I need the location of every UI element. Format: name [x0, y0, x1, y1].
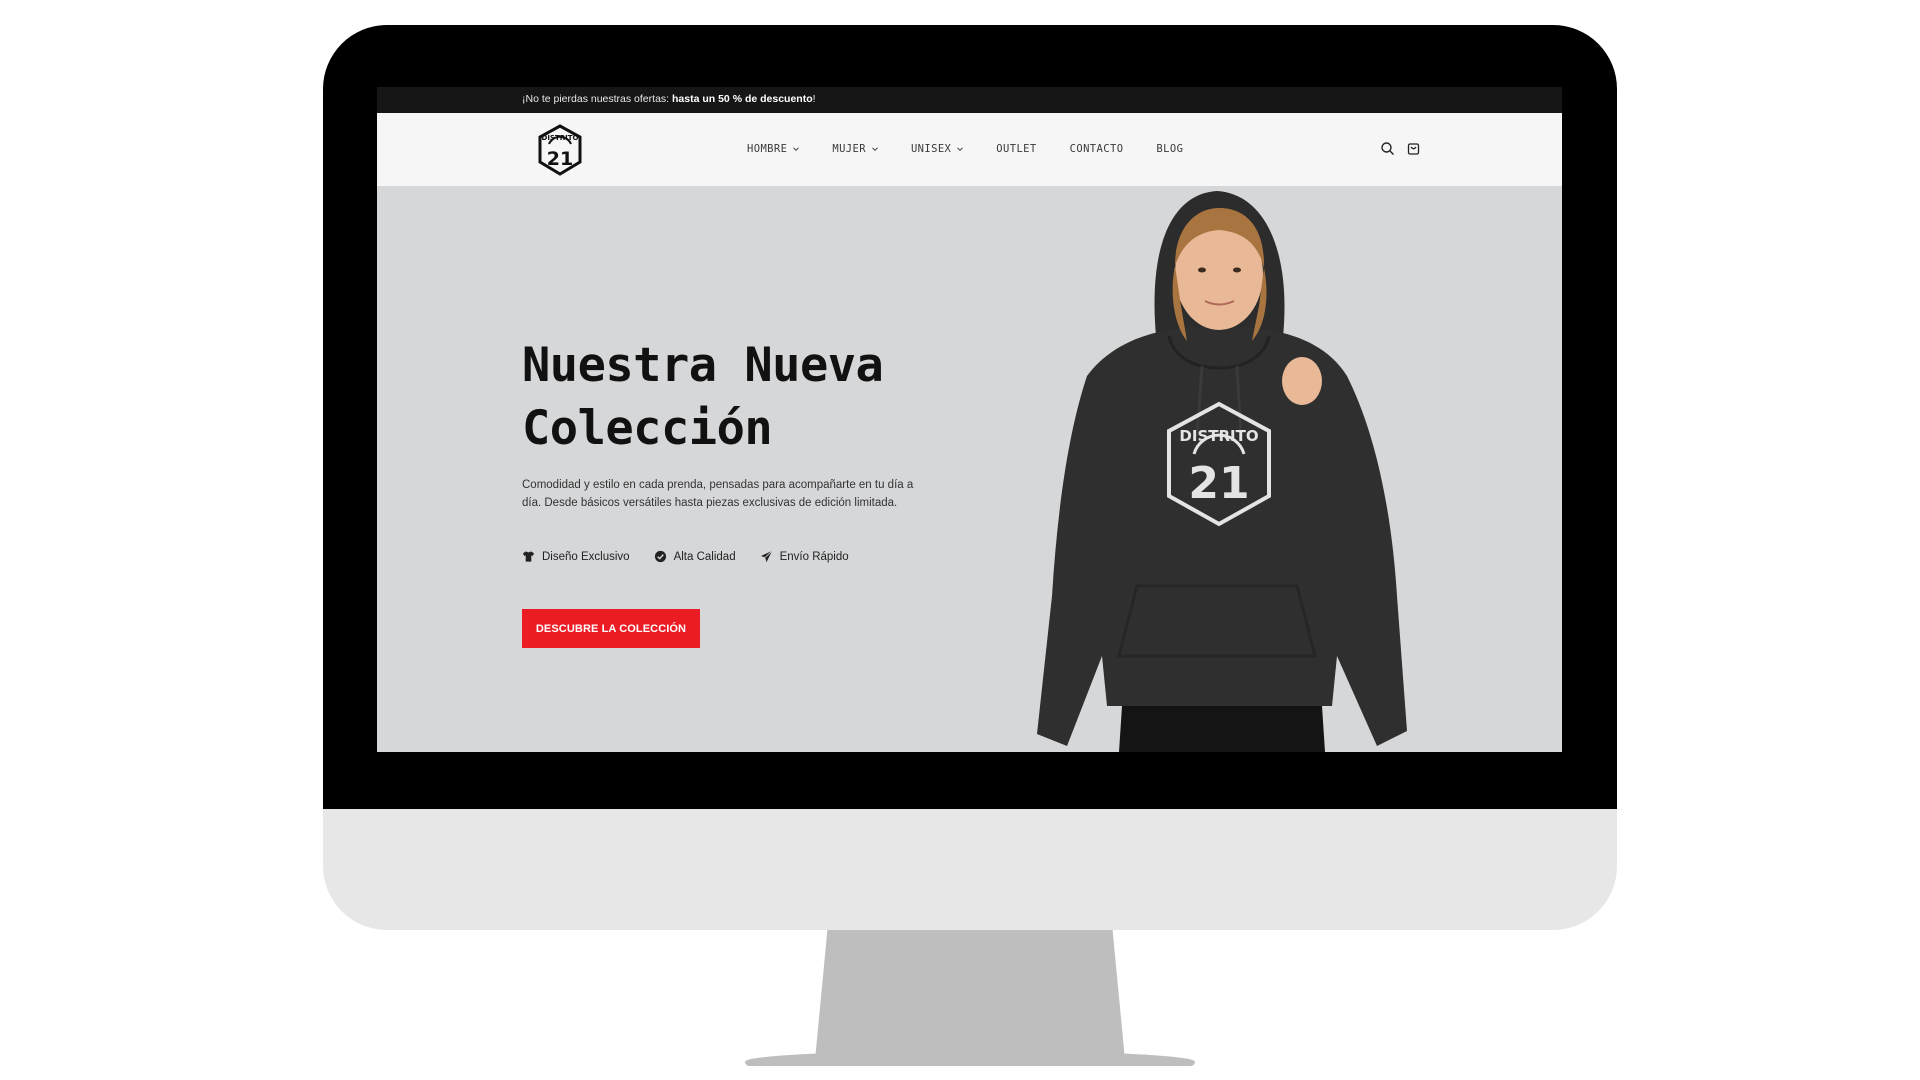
tshirt-icon [522, 551, 535, 562]
check-circle-icon [654, 550, 666, 563]
chevron-down-icon [793, 147, 800, 152]
svg-text:DISTRITO: DISTRITO [542, 134, 579, 142]
feature-list: Diseño Exclusivo Alta Calidad Envío Rápi… [522, 550, 873, 563]
feature-item: Diseño Exclusivo [522, 550, 630, 563]
promo-text: ¡No te pierdas nuestras ofertas: hasta u… [522, 93, 816, 105]
svg-text:21: 21 [547, 148, 573, 170]
nav-item-outlet[interactable]: OUTLET [996, 143, 1036, 155]
feature-label: Alta Calidad [673, 550, 736, 563]
nav-item-label: MUJER [832, 143, 866, 155]
website-screen: ¡No te pierdas nuestras ofertas: hasta u… [377, 87, 1562, 752]
hero-description: Comodidad y estilo en cada prenda, pensa… [522, 479, 914, 509]
cart-icon[interactable] [1406, 141, 1421, 156]
main-navigation: HOMBRE MUJER UNISEX OUTLET CONTACTO BLOG [747, 143, 1216, 155]
nav-item-mujer[interactable]: MUJER [832, 143, 878, 155]
search-icon[interactable] [1380, 141, 1395, 156]
nav-item-contacto[interactable]: CONTACTO [1070, 143, 1124, 155]
nav-item-label: CONTACTO [1069, 143, 1124, 155]
nav-item-label: UNISEX [910, 143, 952, 155]
nav-item-label: BLOG [1156, 143, 1184, 155]
promo-highlight: hasta un 50 % de descuento [672, 93, 813, 105]
feature-item: Envío Rápido [760, 550, 849, 563]
promo-bar: ¡No te pierdas nuestras ofertas: hasta u… [377, 87, 1562, 113]
hoodie-print-number: 21 [1188, 458, 1249, 509]
chevron-down-icon [872, 147, 878, 152]
nav-item-unisex[interactable]: UNISEX [910, 143, 964, 155]
hero-title-line-1: Nuestra Nueva [522, 338, 884, 393]
feature-label: Diseño Exclusivo [542, 550, 630, 563]
discover-collection-button[interactable]: DESCUBRE LA COLECCIÓN [522, 609, 700, 648]
feature-label: Envío Rápido [779, 550, 849, 563]
hero-title-line-2: Colección [522, 401, 773, 456]
feature-item: Alta Calidad [654, 550, 736, 563]
paper-plane-icon [760, 550, 772, 563]
model-hoodie-image: DISTRITO 21 [1037, 191, 1407, 752]
nav-item-label: HOMBRE [747, 143, 788, 155]
nav-item-blog[interactable]: BLOG [1156, 143, 1183, 155]
chevron-down-icon [957, 147, 964, 152]
monitor-stand-base [745, 1052, 1195, 1066]
monitor-stand [815, 930, 1125, 1060]
hoodie-print-top: DISTRITO [1179, 427, 1258, 445]
hero-section: Nuestra Nueva Colección Comodidad y esti… [377, 186, 1562, 752]
site-header: DISTRITO 21 HOMBRE MUJER UNISEX OUTLET C… [377, 113, 1562, 187]
nav-item-hombre[interactable]: HOMBRE [747, 143, 800, 155]
nav-item-label: OUTLET [996, 143, 1037, 155]
hero-title: Nuestra Nueva Colección [522, 334, 942, 460]
distrito-21-logo[interactable]: DISTRITO 21 [537, 124, 583, 176]
